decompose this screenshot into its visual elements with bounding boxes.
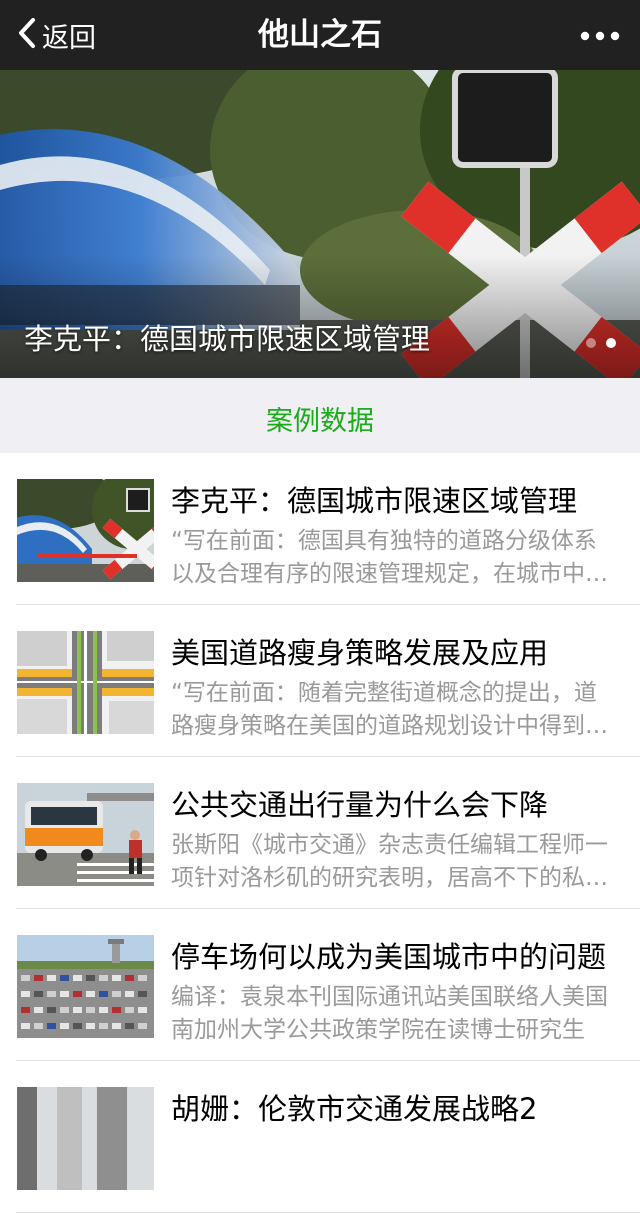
article-thumbnail (17, 631, 154, 734)
banner-caption: 李克平：德国城市限速区域管理 (24, 322, 431, 356)
article-thumbnail (17, 479, 154, 582)
section-header: 案例数据 (0, 378, 640, 453)
article-item[interactable]: 公共交通出行量为什么会下降 张斯阳《城市交通》杂志责任编辑工程师一项针对洛杉矶的… (0, 757, 640, 909)
article-thumbnail (17, 783, 154, 886)
article-title: 公共交通出行量为什么会下降 (171, 788, 549, 822)
more-dots-icon (580, 26, 620, 45)
article-thumbnail (17, 1087, 154, 1190)
carousel-indicator (586, 338, 616, 348)
top-navbar: 返回 他山之石 (0, 0, 640, 70)
article-item[interactable]: 胡姗：伦敦市交通发展战略2 (0, 1061, 640, 1213)
page-title: 他山之石 (258, 17, 382, 53)
back-button[interactable]: 返回 (14, 0, 96, 70)
back-label: 返回 (42, 22, 96, 54)
article-summary: 张斯阳《城市交通》杂志责任编辑工程师一项针对洛杉矶的研究表明，居高不下的私人小汽… (171, 832, 608, 891)
article-list: 李克平：德国城市限速区域管理 “写在前面：德国具有独特的道路分级体系以及合理有序… (0, 453, 640, 1213)
article-title: 停车场何以成为美国城市中的问题 (171, 940, 607, 974)
more-button[interactable] (578, 0, 622, 70)
banner-carousel[interactable]: 李克平：德国城市限速区域管理 (0, 70, 640, 378)
article-title: 美国道路瘦身策略发展及应用 (171, 636, 549, 670)
article-item[interactable]: 美国道路瘦身策略发展及应用 “写在前面：随着完整街道概念的提出，道路瘦身策略在美… (0, 605, 640, 757)
article-item[interactable]: 停车场何以成为美国城市中的问题 编译：袁泉本刊国际通讯站美国联络人美国南加州大学… (0, 909, 640, 1061)
carousel-dot-active[interactable] (606, 338, 616, 348)
article-summary: “写在前面：德国具有独特的道路分级体系以及合理有序的限速管理规定，在城市中划定限… (171, 528, 608, 587)
article-thumbnail (17, 935, 154, 1038)
carousel-dot[interactable] (586, 338, 596, 348)
article-item[interactable]: 李克平：德国城市限速区域管理 “写在前面：德国具有独特的道路分级体系以及合理有序… (0, 453, 640, 605)
article-title: 胡姗：伦敦市交通发展战略2 (171, 1092, 538, 1126)
article-summary: “写在前面：随着完整街道概念的提出，道路瘦身策略在美国的道路规划设计中得到广泛应… (171, 680, 608, 739)
article-summary: 编译：袁泉本刊国际通讯站美国联络人美国南加州大学公共政策学院在读博士研究生 (171, 984, 608, 1043)
article-title: 李克平：德国城市限速区域管理 (171, 484, 578, 518)
chevron-left-icon (14, 16, 40, 54)
